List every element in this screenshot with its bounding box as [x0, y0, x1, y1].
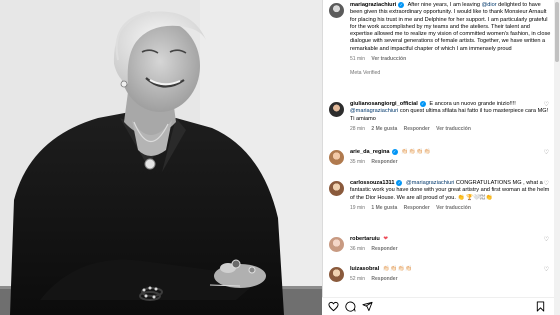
comment-icon[interactable]: [345, 301, 356, 312]
caption-mention-dior[interactable]: @dior: [482, 2, 497, 8]
heart-icon[interactable]: [328, 301, 339, 312]
comment-like-heart-icon[interactable]: ♡: [544, 149, 549, 156]
caption-text-end: delighted to have been given this extrao…: [350, 2, 551, 52]
comment-meta: 19 min 1 Me gusta Responder Ver traducci…: [350, 205, 551, 211]
comment-reply-button[interactable]: Responder: [404, 205, 430, 211]
comment-like-heart-icon[interactable]: ♡: [544, 236, 549, 243]
comment-time: 52 min: [350, 276, 366, 283]
comment-text: ❤: [383, 236, 389, 242]
post-caption: mariagraziachiuri ✓ After nine years, I a…: [329, 2, 551, 77]
comment-username[interactable]: giulianosangiorgi_official: [350, 101, 418, 107]
post-photo[interactable]: [0, 0, 322, 315]
comment-like-heart-icon[interactable]: ♡: [544, 266, 549, 273]
comment-see-translation[interactable]: Ver traducción: [436, 126, 471, 132]
scrollbar-thumb[interactable]: [555, 2, 559, 62]
author-username[interactable]: mariagraziachiuri: [350, 2, 396, 8]
comment-like-heart-icon[interactable]: ♡: [544, 101, 549, 108]
comments-panel[interactable]: mariagraziachiuri ✓ After nine years, I a…: [322, 0, 560, 315]
comment-time: 19 min: [350, 204, 366, 211]
comment-avatar[interactable]: [329, 150, 344, 165]
comment-avatar[interactable]: [329, 181, 344, 196]
comment-avatar[interactable]: [329, 267, 344, 282]
comment-text: 👏🏻👏🏻👏🏻👏🏻: [401, 149, 431, 155]
comment-item: carlossouza1311 ✓ @mariagraziachiuri CONG…: [329, 180, 551, 211]
comment-meta: 52 min Responder: [350, 276, 551, 282]
verified-badge-icon: ✓: [391, 149, 398, 155]
meta-verified-label: Meta Verified: [350, 70, 381, 77]
share-icon[interactable]: [362, 301, 373, 312]
caption-text-start: After nine years, I am leaving: [407, 2, 482, 8]
portrait-image: [0, 0, 322, 315]
comment-likes[interactable]: 1 Me gusta: [371, 205, 397, 211]
comment-time: 35 min: [350, 159, 366, 166]
comment-item: giulianosangiorgi_official ✓ E ancora un …: [329, 101, 551, 132]
comment-reply-button[interactable]: Responder: [371, 159, 397, 165]
comment-text: 👏🏻👏🏻👏🏻👏🏻: [382, 266, 413, 272]
bookmark-icon[interactable]: [535, 301, 546, 312]
comment-avatar[interactable]: [329, 237, 344, 252]
comment-time: 28 min: [350, 125, 366, 132]
comment-username[interactable]: luizasobral: [350, 266, 379, 272]
comment-reply-button[interactable]: Responder: [371, 246, 397, 252]
comment-item: luizasobral 👏🏻👏🏻👏🏻👏🏻 52 min Responder ♡: [329, 266, 551, 282]
comment-meta: 35 min Responder: [350, 159, 551, 165]
verified-badge-icon: ✓: [398, 2, 405, 8]
verified-badge-icon: ✓: [396, 180, 403, 186]
author-avatar[interactable]: [329, 3, 344, 18]
comment-mention[interactable]: @mariagraziachiuri: [350, 108, 398, 114]
comment-mention[interactable]: @mariagraziachiuri: [406, 180, 454, 186]
comment-likes[interactable]: 2 Me gusta: [371, 126, 397, 132]
comments-scrollbar[interactable]: [554, 0, 560, 315]
comment-like-heart-icon[interactable]: ♡: [544, 180, 549, 187]
comment-meta: 28 min 2 Me gusta Responder Ver traducci…: [350, 126, 551, 132]
comment-username[interactable]: arie_da_regina: [350, 149, 390, 155]
post-action-bar: [322, 297, 554, 315]
comment-see-translation[interactable]: Ver traducción: [436, 205, 471, 211]
comment-time: 36 min: [350, 246, 366, 253]
comment-meta: 36 min Responder: [350, 246, 551, 252]
comment-text: E ancora un nuovo grande inizio!!!!: [429, 101, 516, 107]
comment-reply-button[interactable]: Responder: [371, 276, 397, 282]
comment-reply-button[interactable]: Responder: [404, 126, 430, 132]
caption-meta: 51 min Ver traducción: [350, 56, 551, 62]
comment-username[interactable]: carlossouza1311: [350, 180, 394, 186]
comment-avatar[interactable]: [329, 102, 344, 117]
comment-username[interactable]: robertaruiu: [350, 236, 380, 242]
comment-item: robertaruiu ❤ 36 min Responder ♡: [329, 236, 551, 252]
comment-item: arie_da_regina ✓ 👏🏻👏🏻👏🏻👏🏻 35 min Responde…: [329, 149, 551, 165]
caption-see-translation[interactable]: Ver traducción: [371, 56, 406, 62]
verified-badge-icon: ✓: [419, 101, 426, 107]
caption-time: 51 min: [350, 56, 366, 63]
